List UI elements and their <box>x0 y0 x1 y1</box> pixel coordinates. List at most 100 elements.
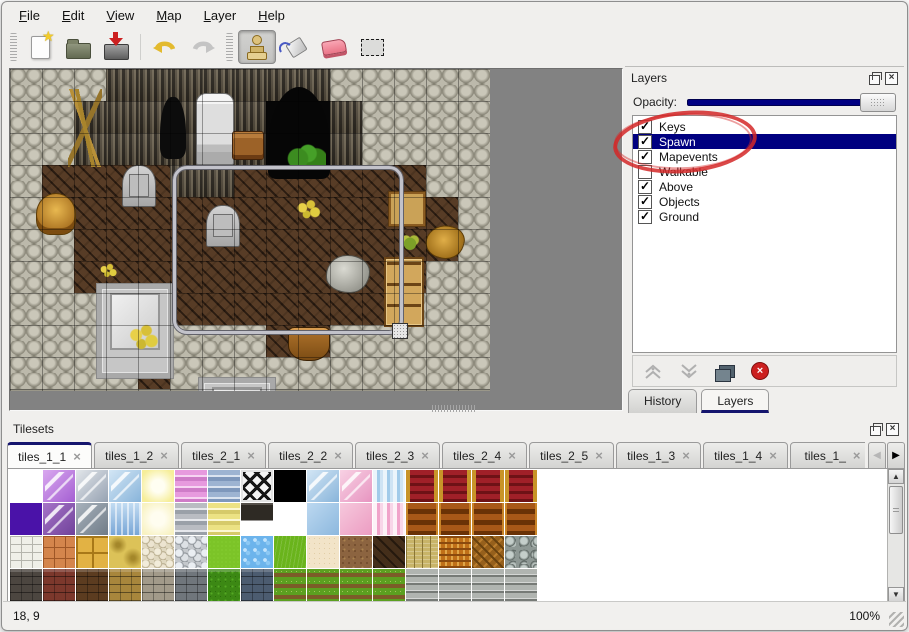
layer-checkbox-keys[interactable]: ✓ <box>638 120 652 134</box>
tab-close-icon[interactable]: × <box>853 449 861 462</box>
tile-red-carpet[interactable] <box>439 470 471 502</box>
tile-red-carpet[interactable] <box>505 470 537 502</box>
tile-pink-glass[interactable] <box>340 470 372 502</box>
tile-gray-pebbles[interactable] <box>175 536 207 568</box>
scroll-down-arrow[interactable]: ▼ <box>888 587 904 602</box>
tile-red-carpet[interactable] <box>406 470 438 502</box>
tab-close-icon[interactable]: × <box>595 449 603 462</box>
tile-orange-carpet[interactable] <box>439 503 471 535</box>
tile-pale-yellow[interactable] <box>142 503 174 535</box>
tileset-tab-tiles_2_2[interactable]: tiles_2_2× <box>268 442 353 469</box>
toolbar-grip[interactable] <box>10 33 17 61</box>
delete-layer-button[interactable]: × <box>751 362 769 380</box>
undo-button[interactable] <box>147 31 183 63</box>
tileset-tab-tiles_1_4[interactable]: tiles_1_4× <box>703 442 788 469</box>
tab-close-icon[interactable]: × <box>508 449 516 462</box>
tile-purple-solid[interactable] <box>10 503 42 535</box>
tileset-tab-tiles_1_1[interactable]: tiles_1_1× <box>7 442 92 469</box>
tile-dark-plaque[interactable] <box>241 503 273 535</box>
tile-yellow-stripes[interactable] <box>208 503 240 535</box>
tile-gray-planks[interactable] <box>472 569 504 601</box>
tile-lattice[interactable] <box>241 470 273 502</box>
tile-dirt[interactable] <box>340 536 372 568</box>
tile-beige-pebbles[interactable] <box>142 536 174 568</box>
menu-edit[interactable]: Edit <box>51 5 95 26</box>
selection-resize-handle[interactable] <box>392 323 408 339</box>
tile-purple-glass-dark[interactable] <box>43 503 75 535</box>
tab-close-icon[interactable]: × <box>334 449 342 462</box>
tile-orange-carpet[interactable] <box>406 503 438 535</box>
tile-gray-stripes[interactable] <box>175 503 207 535</box>
tile-blue-glass[interactable] <box>307 470 339 502</box>
tile-grass-path[interactable] <box>307 569 339 601</box>
menu-help[interactable]: Help <box>247 5 296 26</box>
menu-file[interactable]: File <box>8 5 51 26</box>
float-panel-icon[interactable] <box>869 75 880 85</box>
scroll-up-arrow[interactable]: ▲ <box>888 469 904 484</box>
horizontal-splitter-handle[interactable] <box>432 405 476 412</box>
rect-select-tool-button[interactable] <box>354 31 390 63</box>
tile-pink-stripes[interactable] <box>175 470 207 502</box>
tileset-tab-tiles_2_1[interactable]: tiles_2_1× <box>181 442 266 469</box>
tile-grass[interactable] <box>274 536 306 568</box>
map-selection-rect[interactable] <box>173 166 403 334</box>
tileset-tab-tiles_2_3[interactable]: tiles_2_3× <box>355 442 440 469</box>
close-panel-icon[interactable]: × <box>886 423 899 436</box>
layer-row-above[interactable]: ✓Above <box>633 179 896 194</box>
close-panel-icon[interactable]: × <box>885 72 898 85</box>
tile-brown-wall[interactable] <box>76 569 108 601</box>
tab-close-icon[interactable]: × <box>247 449 255 462</box>
menu-layer[interactable]: Layer <box>193 5 248 26</box>
tile-empty[interactable] <box>10 470 42 502</box>
scrollbar-thumb[interactable] <box>889 486 903 534</box>
float-panel-icon[interactable] <box>870 426 881 436</box>
tile-stone-blocks[interactable] <box>10 536 42 568</box>
layer-row-spawn[interactable]: ✓Spawn <box>633 134 896 149</box>
tile-blue-stripes[interactable] <box>208 470 240 502</box>
layer-checkbox-walkable[interactable] <box>638 165 652 179</box>
scroll-tabs-right-button[interactable]: ▶ <box>887 442 905 469</box>
layer-row-walkable[interactable]: Walkable <box>633 164 896 179</box>
map-canvas[interactable] <box>10 69 490 391</box>
tile-gray-planks[interactable] <box>406 569 438 601</box>
dock-tab-history[interactable]: History <box>628 389 697 413</box>
tile-water-glass[interactable] <box>109 503 141 535</box>
tab-close-icon[interactable]: × <box>682 449 690 462</box>
tile-hedge[interactable] <box>208 569 240 601</box>
save-button[interactable] <box>98 31 134 63</box>
tab-close-icon[interactable]: × <box>73 450 81 463</box>
tile-empty[interactable] <box>274 503 306 535</box>
tile-flat-grass[interactable] <box>208 536 240 568</box>
tile-red-carpet[interactable] <box>472 470 504 502</box>
layer-row-objects[interactable]: ✓Objects <box>633 194 896 209</box>
tile-gray-brick-wall[interactable] <box>175 569 207 601</box>
tileset-scrollbar[interactable]: ▲ ▼ <box>887 469 904 602</box>
tile-blue-brick-wall[interactable] <box>241 569 273 601</box>
open-button[interactable] <box>60 31 96 63</box>
tile-tan-wall[interactable] <box>109 569 141 601</box>
tab-close-icon[interactable]: × <box>769 449 777 462</box>
dock-tab-layers[interactable]: Layers <box>701 389 769 413</box>
layer-checkbox-above[interactable]: ✓ <box>638 180 652 194</box>
tile-black[interactable] <box>274 470 306 502</box>
tile-dark-wall[interactable] <box>10 569 42 601</box>
layer-checkbox-spawn[interactable]: ✓ <box>638 135 652 149</box>
tab-close-icon[interactable]: × <box>421 449 429 462</box>
opacity-slider[interactable] <box>685 93 896 110</box>
duplicate-layer-button[interactable] <box>715 365 735 378</box>
move-layer-up-button[interactable] <box>643 363 663 380</box>
map-view[interactable] <box>9 68 623 411</box>
tile-silver-glass[interactable] <box>76 470 108 502</box>
tile-grass-path[interactable] <box>340 569 372 601</box>
tile-gold-tiles[interactable] <box>76 536 108 568</box>
tileset-tab-tiles_2_4[interactable]: tiles_2_4× <box>442 442 527 469</box>
tile-grass-path[interactable] <box>274 569 306 601</box>
redo-button[interactable] <box>185 31 221 63</box>
layer-checkbox-ground[interactable]: ✓ <box>638 210 652 224</box>
tileset-tab-tiles_1_2[interactable]: tiles_1_2× <box>94 442 179 469</box>
tile-gray-planks[interactable] <box>439 569 471 601</box>
tile-light-pink[interactable] <box>340 503 372 535</box>
layer-checkbox-objects[interactable]: ✓ <box>638 195 652 209</box>
tile-basket-weave[interactable] <box>439 536 471 568</box>
window-resize-grip[interactable] <box>889 612 904 627</box>
